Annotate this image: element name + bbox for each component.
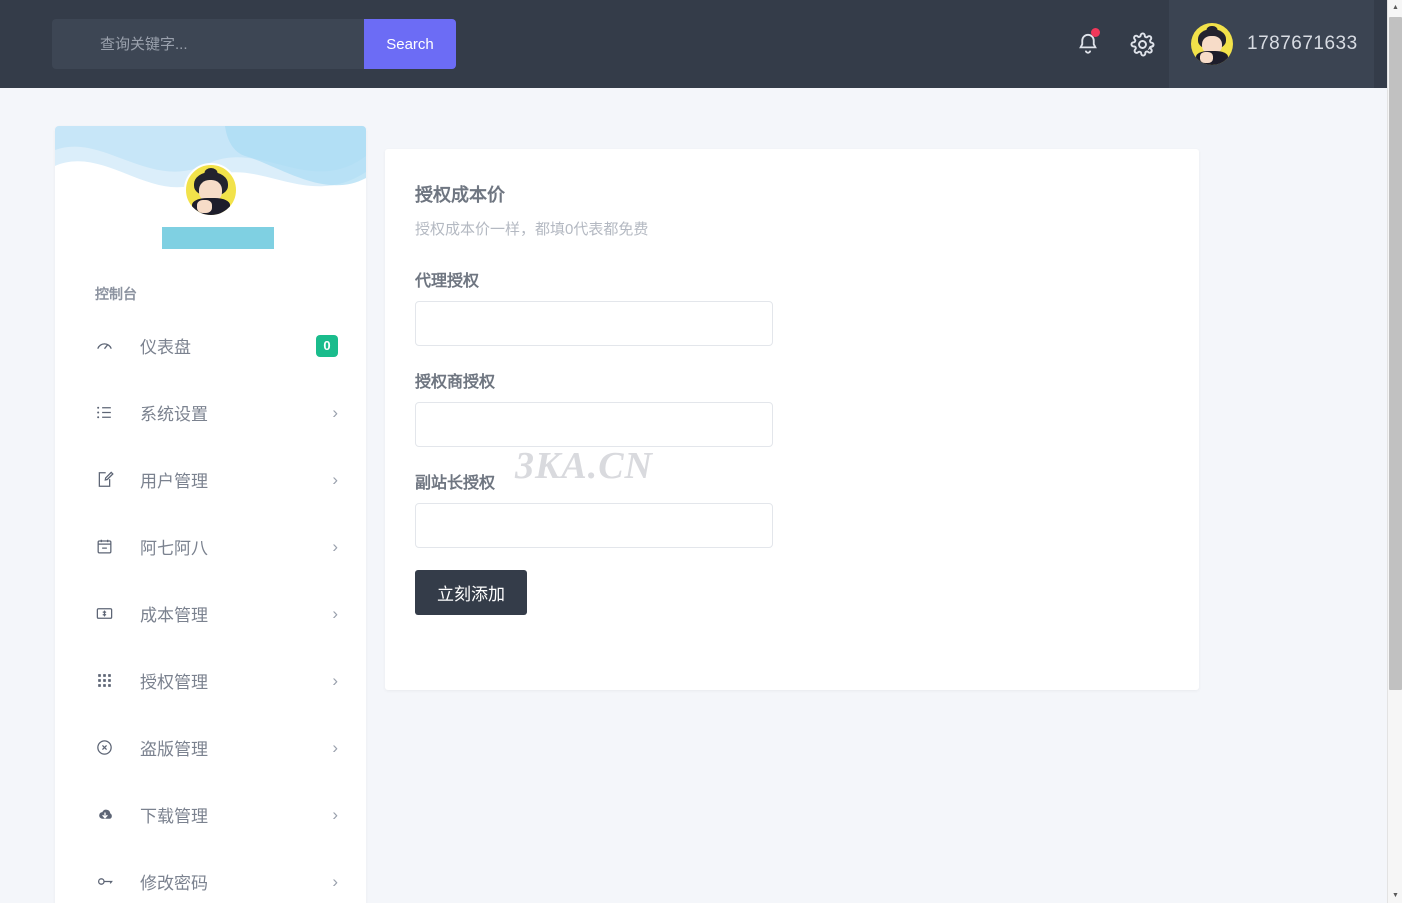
field-label-deputy-admin-auth: 副站长授权 (415, 469, 1169, 493)
reseller-auth-input[interactable] (415, 402, 773, 447)
search-box: Search (52, 19, 456, 69)
list-icon (95, 403, 121, 422)
sidebar-item-label: 仪表盘 (121, 333, 316, 358)
sidebar-item-label: 系统设置 (121, 400, 332, 425)
user-name: 1787671633 (1247, 33, 1358, 55)
chevron-right-icon: › (332, 873, 338, 890)
sidebar-item-user-management[interactable]: 用户管理 › (55, 446, 366, 513)
field-label-agent-auth: 代理授权 (415, 267, 1169, 291)
chevron-right-icon: › (332, 806, 338, 823)
main-content-card: 授权成本价 授权成本价一样，都填0代表都免费 代理授权 授权商授权 副站长授权 … (385, 149, 1199, 690)
user-menu[interactable]: 1787671633 (1169, 0, 1374, 88)
sidebar: 控制台 仪表盘 0 系统设置 › (55, 126, 366, 903)
page-scrollbar[interactable]: ▲ ▼ (1387, 0, 1402, 903)
gear-icon (1129, 31, 1156, 58)
sidebar-item-change-password[interactable]: 修改密码 › (55, 848, 366, 903)
header-actions: 1787671633 (1061, 0, 1374, 88)
chevron-right-icon: › (332, 471, 338, 488)
page-title: 授权成本价 (415, 181, 1169, 207)
avatar (1191, 23, 1233, 65)
chevron-right-icon: › (332, 404, 338, 421)
gauge-icon (95, 336, 121, 355)
top-header-bar: Search 1787671 (0, 0, 1388, 88)
calendar-icon (95, 537, 121, 556)
submit-button[interactable]: 立刻添加 (415, 570, 527, 615)
sidebar-username-bar (162, 227, 274, 249)
sidebar-item-label: 下载管理 (121, 802, 332, 827)
search-button[interactable]: Search (364, 19, 456, 69)
chevron-right-icon: › (332, 605, 338, 622)
sidebar-item-piracy-management[interactable]: 盗版管理 › (55, 714, 366, 781)
sidebar-badge: 0 (316, 335, 338, 357)
circle-x-icon (95, 738, 121, 757)
notification-button[interactable] (1061, 0, 1115, 88)
sidebar-item-label: 用户管理 (121, 467, 332, 492)
sidebar-section-title: 控制台 (55, 254, 366, 312)
sidebar-item-aqiaba[interactable]: 阿七阿八 › (55, 513, 366, 580)
deputy-admin-auth-input[interactable] (415, 503, 773, 548)
chevron-right-icon: › (332, 672, 338, 689)
notification-dot (1091, 28, 1100, 37)
file-edit-icon (95, 470, 121, 489)
scroll-down-arrow-icon[interactable]: ▼ (1388, 888, 1402, 903)
sidebar-item-cost-management[interactable]: 成本管理 › (55, 580, 366, 647)
sidebar-item-authorization-management[interactable]: 授权管理 › (55, 647, 366, 714)
sidebar-item-label: 成本管理 (121, 601, 332, 626)
agent-auth-input[interactable] (415, 301, 773, 346)
sidebar-item-label: 阿七阿八 (121, 534, 332, 559)
money-icon (95, 604, 121, 623)
settings-button[interactable] (1115, 0, 1169, 88)
cloud-download-icon (95, 805, 121, 825)
app-viewport: Search 1787671 (0, 0, 1402, 903)
sidebar-avatar[interactable] (184, 163, 238, 217)
sidebar-item-label: 盗版管理 (121, 735, 332, 760)
sidebar-item-download-management[interactable]: 下载管理 › (55, 781, 366, 848)
key-icon (95, 872, 121, 891)
sidebar-item-label: 修改密码 (121, 869, 332, 894)
sidebar-item-system-settings[interactable]: 系统设置 › (55, 379, 366, 446)
page-subtitle: 授权成本价一样，都填0代表都免费 (415, 218, 1169, 239)
scroll-up-arrow-icon[interactable]: ▲ (1388, 0, 1402, 15)
scrollbar-thumb[interactable] (1389, 17, 1402, 690)
grid-icon (95, 671, 121, 690)
sidebar-profile-header (55, 126, 366, 254)
chevron-right-icon: › (332, 538, 338, 555)
field-label-reseller-auth: 授权商授权 (415, 368, 1169, 392)
search-input[interactable] (52, 19, 364, 69)
chevron-right-icon: › (332, 739, 338, 756)
sidebar-menu: 仪表盘 0 系统设置 › (55, 312, 366, 903)
sidebar-item-dashboard[interactable]: 仪表盘 0 (55, 312, 366, 379)
sidebar-item-label: 授权管理 (121, 668, 332, 693)
